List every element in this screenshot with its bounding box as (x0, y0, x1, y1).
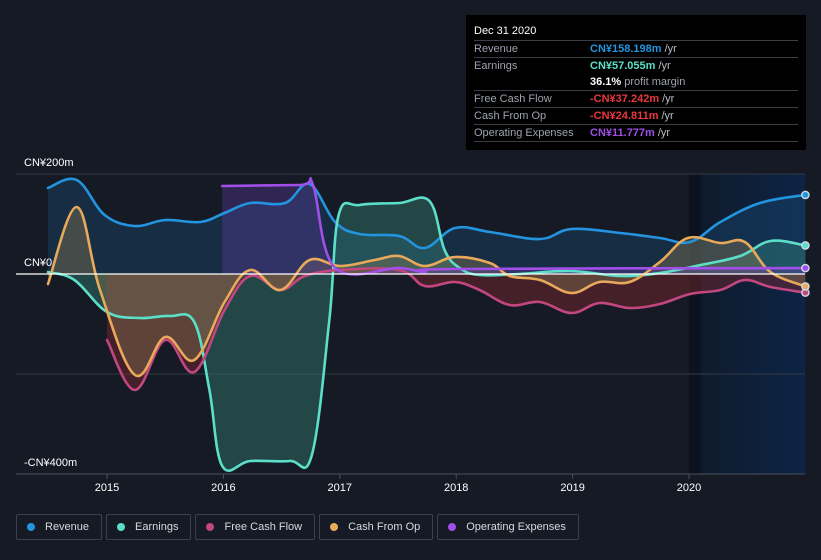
legend-dot-icon (206, 523, 215, 531)
tooltip-value: CN¥11.777m (590, 127, 655, 139)
legend-dot-icon (330, 523, 339, 531)
endpoint-earnings (801, 241, 810, 250)
tooltip-row-free-cash-flow: Free Cash Flow -CN¥37.242m /yr (474, 91, 798, 108)
legend-item-free-cash-flow[interactable]: Free Cash Flow (195, 514, 316, 540)
legend-item-cash-from-op[interactable]: Cash From Op (319, 514, 434, 540)
tooltip-unit: /yr (662, 93, 675, 105)
legend-label: Earnings (135, 521, 179, 533)
tooltip-row-revenue: Revenue CN¥158.198m /yr (474, 41, 798, 58)
tooltip-unit: /yr (664, 43, 677, 55)
legend-label: Operating Expenses (466, 521, 566, 533)
tooltip-label: Earnings (474, 60, 518, 72)
tooltip-label: Free Cash Flow (474, 93, 552, 105)
tooltip-panel: Dec 31 2020 Revenue CN¥158.198m /yr Earn… (466, 15, 806, 150)
tooltip-unit: /yr (657, 127, 671, 139)
tooltip-date: Dec 31 2020 (474, 23, 798, 41)
legend-item-operating-expenses[interactable]: Operating Expenses (437, 514, 579, 540)
endpoint-operating-expenses (801, 263, 810, 273)
y-tick-label: -CN¥400m (24, 457, 77, 469)
legend-dot-icon (117, 523, 126, 531)
x-tick-label: 2017 (328, 482, 352, 494)
legend-label: Cash From Op (348, 521, 421, 533)
tooltip-label: Cash From Op (474, 110, 547, 122)
tooltip-row-cash-from-op: Cash From Op -CN¥24.811m /yr (474, 108, 798, 125)
x-tick-label: 2018 (444, 482, 468, 494)
profit-margin-text: profit margin (624, 76, 686, 88)
x-tick-label: 2016 (211, 482, 235, 494)
tooltip-row-operating-expenses: Operating Expenses CN¥11.777m /yr (474, 125, 798, 142)
tooltip-unit: /yr (661, 110, 674, 122)
tooltip-value: -CN¥24.811m (590, 110, 659, 122)
legend-item-earnings[interactable]: Earnings (106, 514, 192, 540)
y-tick-label: CN¥0 (24, 257, 52, 269)
chart-legend: Revenue Earnings Free Cash Flow Cash Fro… (16, 514, 579, 540)
legend-label: Revenue (45, 521, 90, 533)
tooltip-value: -CN¥37.242m (590, 93, 660, 105)
x-tick-label: 2015 (95, 482, 119, 494)
legend-dot-icon (27, 523, 35, 531)
x-tick-label: 2020 (677, 482, 701, 494)
tooltip-label: Operating Expenses (474, 127, 574, 139)
x-tick-label: 2019 (560, 482, 584, 494)
legend-dot-icon (448, 523, 457, 531)
y-tick-label: CN¥200m (24, 157, 74, 169)
endpoint-revenue (801, 190, 810, 200)
profit-margin-value: 36.1% (590, 76, 622, 88)
tooltip-value: CN¥57.055m (590, 60, 656, 72)
highlight-edge (689, 174, 701, 474)
tooltip-unit: /yr (658, 60, 671, 72)
tooltip-row-earnings: Earnings CN¥57.055m /yr (474, 58, 798, 74)
tooltip-label: Revenue (474, 43, 519, 55)
tooltip-value: CN¥158.198m (590, 43, 662, 55)
endpoint-cash-from-op (801, 282, 810, 291)
legend-item-revenue[interactable]: Revenue (16, 514, 103, 540)
legend-label: Free Cash Flow (224, 521, 303, 533)
tooltip-row-profit-margin: 36.1% profit margin (474, 74, 798, 91)
